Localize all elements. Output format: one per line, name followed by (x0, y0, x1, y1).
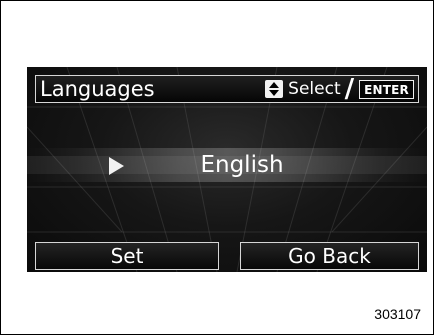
go-back-button[interactable]: Go Back (240, 242, 419, 270)
languages-header: Languages Select / ENTER (35, 75, 419, 103)
figure-frame: Languages Select / ENTER English Set Go … (0, 0, 434, 335)
selector-arrow-icon (109, 157, 124, 175)
set-button[interactable]: Set (35, 242, 219, 270)
select-enter-hint: Select / ENTER (265, 74, 414, 104)
selected-language[interactable]: English (177, 148, 307, 182)
select-enter-separator: / (344, 74, 355, 104)
up-down-arrows-icon (265, 80, 284, 98)
enter-key-label: ENTER (359, 79, 414, 99)
select-label: Select (288, 79, 341, 99)
display-screen: Languages Select / ENTER English Set Go … (27, 67, 427, 272)
page-title: Languages (40, 77, 155, 101)
figure-code: 303107 (374, 306, 421, 322)
